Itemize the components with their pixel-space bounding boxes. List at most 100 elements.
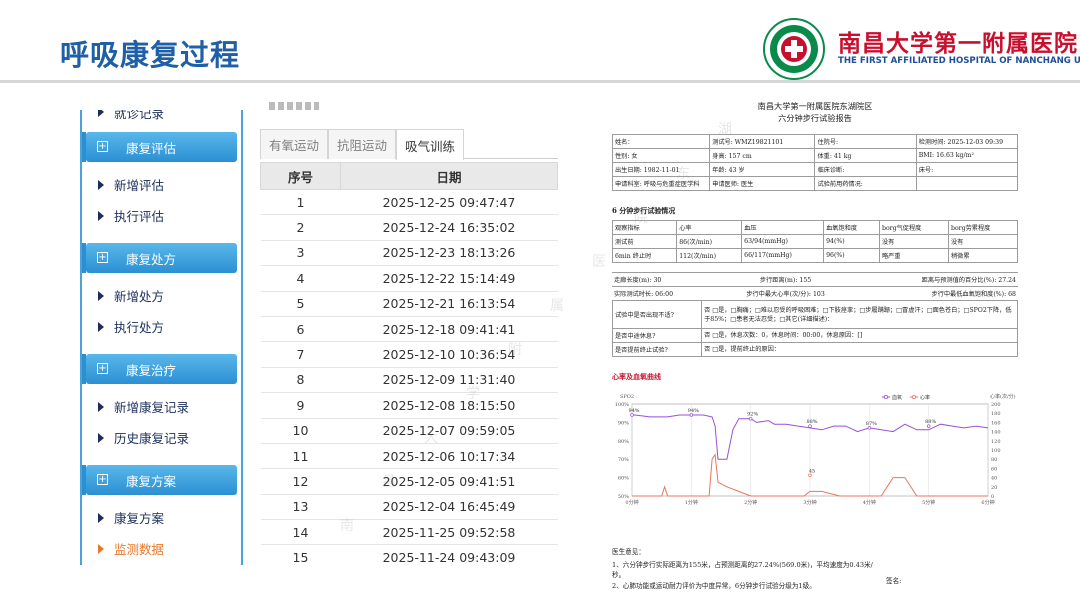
symptom-table: 试验中是否出现不适? 否 □是，□胸痛；□难以忍受的呼吸困难；□下肢痉挛；□步履蹒…: [611, 300, 1018, 357]
metrics-header-cell: borg劳累程度: [947, 220, 1019, 235]
metrics-header-cell: 血氧饱和度: [823, 220, 880, 235]
records-table: 序号 日期 1 2025-12-25 09:47:47 2 2025-12-24 16…: [260, 162, 558, 570]
data-label: 87%: [866, 421, 877, 427]
sidebar-section-plan[interactable]: + 康复方案: [82, 465, 237, 495]
sidebar-item-visit-records[interactable]: 就诊记录: [82, 110, 241, 120]
row-index: 12: [260, 468, 341, 495]
data-label: 88%: [806, 419, 817, 425]
y-left-tick-label: 90%: [618, 420, 629, 426]
data-label: 94%: [688, 408, 699, 414]
caret-right-icon: [98, 290, 104, 301]
sidebar-item-new-assessment[interactable]: 新增评估: [82, 169, 241, 200]
metrics-cell: 112(次/min): [676, 248, 743, 263]
y-right-tick-label: 200: [991, 402, 1001, 408]
legend-marker: [911, 394, 916, 399]
caret-right-icon: [98, 210, 104, 221]
header-divider: [0, 80, 1080, 83]
cropped-text: [269, 102, 319, 110]
expand-icon: +: [97, 252, 108, 263]
row-date: 2025-12-24 16:35:02: [340, 214, 558, 241]
hospital-name-en: THE FIRST AFFILIATED HOSPITAL OF NANCHAN…: [838, 56, 1080, 66]
tab-aerobic[interactable]: 有氧运动: [260, 129, 328, 159]
row-index: 4: [260, 265, 341, 292]
table-row[interactable]: 12 2025-12-05 09:41:51: [260, 468, 558, 495]
signature-label: 签名:: [886, 577, 902, 585]
sidebar-item-new-record[interactable]: 新增康复记录: [82, 391, 241, 422]
table-row[interactable]: 14 2025-11-25 09:52:58: [260, 519, 558, 546]
tab-resistance[interactable]: 抗阻运动: [328, 129, 396, 159]
report-hospital: 南昌大学第一附属医院东湖院区: [757, 101, 873, 111]
summary-row: 走廊长度(m): 30 步行距离(m): 155 距离与预测值的百分比(%): 27…: [612, 272, 1018, 287]
info-cell: 试验前用药情况:: [814, 176, 917, 191]
watermark-char: 昌: [382, 474, 396, 490]
report-title: 六分钟步行试验报告: [778, 113, 852, 123]
row-date: 2025-12-18 09:41:41: [340, 316, 558, 343]
y-left-tick-label: 100%: [615, 402, 630, 408]
opinion-line-2: 2、心肺功能或运动耐力评价为中度异常，6分钟步行试验分级为1级。: [612, 582, 816, 590]
symptom-label: 是否提前终止试验?: [611, 342, 703, 357]
watermark-char: 南: [340, 518, 354, 534]
watermark-char: 院: [634, 210, 648, 226]
sidebar-item-run-prescription[interactable]: 执行处方: [82, 311, 241, 342]
sidebar-item-plan[interactable]: 康复方案: [82, 502, 241, 533]
summary-cell: 实际测试时长: 06:00: [612, 286, 717, 301]
x-tick-label: 2分钟: [744, 499, 757, 506]
row-date: 2025-12-10 10:36:54: [340, 341, 558, 368]
x-tick-label: 0分钟: [625, 499, 638, 506]
info-cell: [915, 176, 1019, 191]
column-header-date: 日期: [340, 162, 558, 190]
row-index: 15: [260, 544, 341, 570]
symptom-row: 试验中是否出现不适? 否 □是，□胸痛；□难以忍受的呼吸困难；□下肢痉挛；□步履蹒…: [611, 300, 1018, 329]
row-date: 2025-12-23 18:13:26: [340, 240, 558, 267]
sidebar-item-run-assessment[interactable]: 执行评估: [82, 200, 241, 231]
summary-cell: 距离与预测值的百分比(%): 27.24: [854, 272, 1018, 287]
caret-right-icon: [98, 432, 104, 443]
metrics-cell: 86(次/min): [676, 234, 743, 249]
data-point: [748, 416, 753, 421]
opinion-title: 医生意见：: [612, 548, 645, 556]
sidebar-item-history-record[interactable]: 历史康复记录: [82, 422, 241, 453]
metrics-cell: 略严重: [879, 248, 949, 263]
data-label: 88%: [925, 419, 936, 425]
sidebar-section-treatment[interactable]: + 康复治疗: [82, 354, 237, 384]
row-date: 2025-12-25 09:47:47: [340, 189, 558, 216]
info-cell: 床号:: [915, 162, 1019, 177]
sidebar-section-assessment[interactable]: + 康复评估: [82, 132, 237, 162]
sidebar-section-prescription[interactable]: + 康复处方: [82, 243, 237, 273]
info-row: 申请科室: 呼吸与危重症医学科 申请医师: 医生 试验前用药情况:: [611, 176, 1019, 191]
table-row[interactable]: 15 2025-11-24 09:43:09: [260, 544, 558, 570]
sidebar-item-monitor-data[interactable]: 监测数据: [82, 533, 241, 564]
row-index: 9: [260, 392, 341, 419]
sidebar-item-new-prescription[interactable]: 新增处方: [82, 280, 241, 311]
row-index: 5: [260, 291, 341, 317]
hospital-emblem-icon: [763, 18, 825, 80]
y-left-tick-label: 80%: [618, 439, 629, 445]
table-row[interactable]: 9 2025-12-08 18:15:50: [260, 392, 558, 419]
metrics-cell: 96(%): [823, 248, 880, 263]
table-row[interactable]: 10 2025-12-07 09:59:05: [260, 418, 558, 444]
row-date: 2025-12-05 09:41:51: [340, 468, 558, 495]
metrics-header-cell: 心率: [676, 220, 743, 235]
table-row[interactable]: 11 2025-12-06 10:17:34: [260, 443, 558, 470]
caret-right-icon: [98, 179, 104, 190]
y-right-tick-label: 180: [991, 411, 1001, 417]
table-row[interactable]: 5 2025-12-21 16:13:54: [260, 291, 558, 317]
table-row[interactable]: 2 2025-12-24 16:35:02: [260, 214, 558, 241]
table-row[interactable]: 13 2025-12-04 16:45:49: [260, 494, 558, 521]
table-row[interactable]: 8 2025-12-09 11:31:40: [260, 367, 558, 394]
page-title: 呼吸康复过程: [60, 38, 241, 72]
symptom-options: 否 □是，□胸痛；□难以忍受的呼吸困难；□下肢痉挛；□步履蹒跚；□冒虚汗；□面色…: [701, 300, 1018, 329]
caret-right-icon: [98, 321, 104, 332]
metrics-cell: 94(%): [823, 234, 880, 249]
row-index: 1: [260, 189, 341, 216]
row-index: 14: [260, 519, 341, 546]
info-cell: 申请医师: 医生: [709, 176, 816, 191]
table-row[interactable]: 3 2025-12-23 18:13:26: [260, 240, 558, 267]
table-row[interactable]: 4 2025-12-22 15:14:49: [260, 265, 558, 292]
info-row: 姓名： 测试号: WMZ19821101 住院号: 检测时间: 2025-12-03 …: [611, 134, 1019, 149]
tab-inspiratory[interactable]: 吸气训练: [396, 129, 464, 160]
y-right-tick-label: 120: [991, 439, 1001, 445]
table-row[interactable]: 1 2025-12-25 09:47:47: [260, 189, 558, 216]
caret-right-icon: [98, 543, 104, 554]
metrics-cell: 没有: [879, 234, 949, 249]
